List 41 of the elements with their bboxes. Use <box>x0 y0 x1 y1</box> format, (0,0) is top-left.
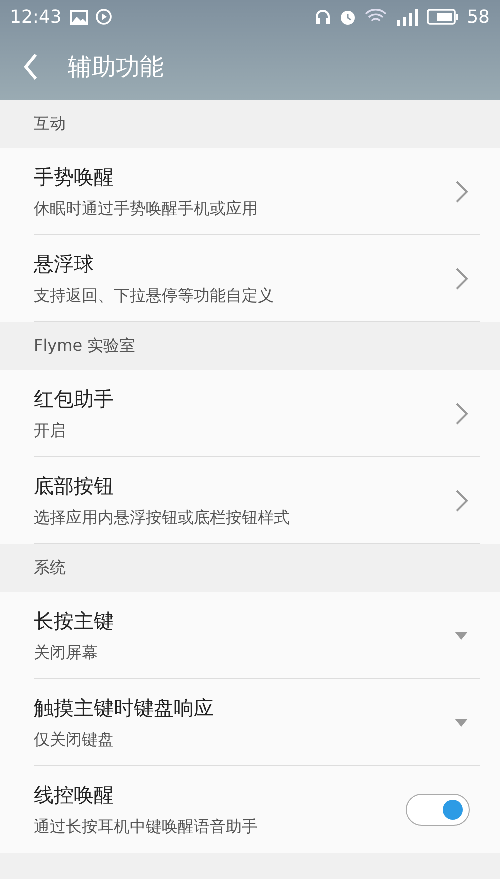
settings-item[interactable]: 手势唤醒 休眠时通过手势唤醒手机或应用 <box>0 148 500 235</box>
dropdown-icon <box>455 718 468 726</box>
chevron-right-icon <box>456 402 468 424</box>
section-header: 互动 <box>34 114 66 134</box>
page-title: 辅助功能 <box>68 52 164 83</box>
signal-icon <box>395 8 420 26</box>
settings-item[interactable]: 红包助手 开启 <box>0 370 500 457</box>
chevron-right-icon <box>456 180 468 202</box>
item-subtitle: 支持返回、下拉悬停等功能自定义 <box>34 286 275 306</box>
chevron-right-icon <box>456 268 468 290</box>
play-icon <box>96 9 112 25</box>
item-title: 手势唤醒 <box>34 164 115 190</box>
alarm-icon <box>339 8 358 26</box>
back-icon[interactable] <box>24 54 38 80</box>
item-subtitle: 选择应用内悬浮按钮或底栏按钮样式 <box>34 508 291 528</box>
item-subtitle: 关闭屏幕 <box>34 642 99 664</box>
item-title: 底部按钮 <box>34 472 115 500</box>
item-title: 红包助手 <box>34 386 115 412</box>
settings-item[interactable]: 底部按钮 选择应用内悬浮按钮或底栏按钮样式 <box>0 457 500 544</box>
item-subtitle: 休眠时通过手势唤醒手机或应用 <box>34 198 259 220</box>
headphones-icon <box>315 9 332 25</box>
settings-item[interactable]: 线控唤醒 通过长按耳机中键唤醒语音助手 <box>0 766 500 853</box>
toggle-switch[interactable] <box>406 794 470 826</box>
item-title: 触摸主键时键盘响应 <box>34 694 215 722</box>
settings-item[interactable]: 悬浮球 支持返回、下拉悬停等功能自定义 <box>0 235 500 322</box>
image-icon <box>70 10 88 24</box>
battery-percent: 58 <box>467 6 490 28</box>
chevron-right-icon <box>456 490 468 512</box>
section-header: Flyme 实验室 <box>34 336 136 356</box>
item-subtitle: 开启 <box>34 420 67 442</box>
item-subtitle: 通过长按耳机中键唤醒语音助手 <box>34 816 259 838</box>
settings-item[interactable]: 长按主键 关闭屏幕 <box>0 592 500 679</box>
item-title: 线控唤醒 <box>34 782 115 808</box>
item-subtitle: 仅关闭键盘 <box>34 730 115 750</box>
item-title: 长按主键 <box>34 608 115 634</box>
dropdown-icon <box>455 632 468 640</box>
section-header: 系统 <box>34 558 66 578</box>
status-time: 12:43 <box>10 6 62 28</box>
battery-icon <box>427 9 460 25</box>
item-title: 悬浮球 <box>34 250 95 278</box>
settings-item[interactable]: 触摸主键时键盘响应 仅关闭键盘 <box>0 679 500 766</box>
